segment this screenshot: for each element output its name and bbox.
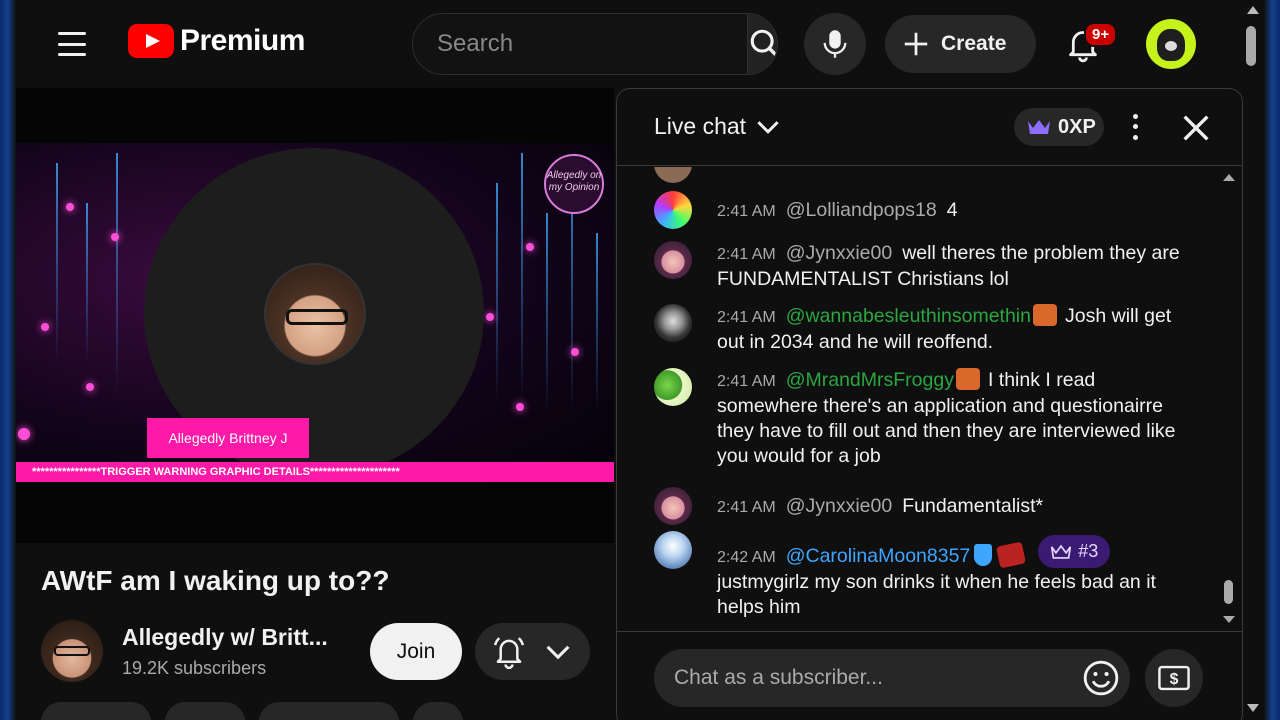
super-chat-dollar-icon: $ xyxy=(1158,665,1190,691)
message-author[interactable]: @Lolliandpops18 xyxy=(786,199,937,221)
top-header: Premium Create 9+ xyxy=(16,0,1264,712)
leaderboard-rank-badge[interactable]: #3 xyxy=(1038,535,1111,568)
chat-scrollbar[interactable] xyxy=(1220,167,1238,629)
super-chat-button[interactable]: $ xyxy=(1145,649,1203,707)
chat-avatar xyxy=(654,167,692,183)
message-time: 2:42 AM xyxy=(717,548,776,566)
video-player[interactable]: Allegedly on my Opinion Allegedly Brittn… xyxy=(16,88,614,543)
search-box xyxy=(412,13,778,75)
video-actions-row xyxy=(41,702,463,720)
search-icon xyxy=(750,29,777,59)
streamer-name-overlay: Allegedly Brittney J xyxy=(147,418,309,458)
chevron-down-icon xyxy=(546,645,570,659)
live-chat-title: Live chat xyxy=(654,113,747,139)
channel-watermark: Allegedly on my Opinion xyxy=(544,154,604,214)
chat-message-list[interactable]: 2:41 AM @Lolliandpops18 4 2:41 AM @Jynxxie0… xyxy=(617,167,1242,629)
message-author[interactable]: @MrandMrsFroggy xyxy=(786,369,954,391)
member-badge-icon xyxy=(1033,304,1057,326)
search-button[interactable] xyxy=(747,14,777,74)
youtube-app: Premium Create 9+ xyxy=(16,0,1264,720)
close-icon[interactable] xyxy=(1179,111,1213,145)
chat-avatar[interactable] xyxy=(654,368,692,406)
live-chat-panel: Live chat 0XP 2:41 AM @Lolliandpops18 4 xyxy=(616,88,1243,720)
subscription-notifications-button[interactable] xyxy=(475,623,590,680)
emoji-icon[interactable] xyxy=(1082,659,1120,697)
message-time: 2:41 AM xyxy=(717,499,776,516)
svg-text:$: $ xyxy=(1170,671,1179,688)
channel-name[interactable]: Allegedly w/ Britt... xyxy=(122,624,342,651)
scroll-thumb[interactable] xyxy=(1246,26,1256,66)
message-author[interactable]: @Jynxxie00 xyxy=(786,495,893,517)
xp-button[interactable]: 0XP xyxy=(1014,108,1104,146)
message-author[interactable]: @wannabesleuthinsomethin xyxy=(786,305,1031,327)
like-button[interactable] xyxy=(41,702,151,720)
scroll-up-arrow-icon[interactable] xyxy=(1223,174,1235,181)
chat-avatar[interactable] xyxy=(654,304,692,342)
account-avatar[interactable] xyxy=(1146,19,1196,69)
scroll-down-arrow-icon[interactable] xyxy=(1247,704,1259,712)
crown-icon xyxy=(1028,120,1050,134)
chat-avatar[interactable] xyxy=(654,241,692,279)
rank-label: #3 xyxy=(1078,541,1099,561)
menu-icon[interactable] xyxy=(54,30,90,58)
streamer-photo xyxy=(264,263,366,365)
scroll-up-arrow-icon[interactable] xyxy=(1247,6,1259,14)
xp-label: 0XP xyxy=(1058,115,1096,138)
join-button[interactable]: Join xyxy=(370,623,462,680)
chat-avatar[interactable] xyxy=(654,191,692,229)
message-time: 2:41 AM xyxy=(717,309,776,326)
chevron-down-icon xyxy=(757,120,779,134)
message-author[interactable]: @Jynxxie00 xyxy=(786,242,893,264)
create-label: Create xyxy=(941,32,1007,55)
notification-count-badge: 9+ xyxy=(1084,22,1118,47)
youtube-premium-logo[interactable]: Premium xyxy=(128,24,305,58)
youtube-play-icon xyxy=(128,24,174,58)
message-text: Fundamentalist* xyxy=(902,495,1044,517)
voice-search-button[interactable] xyxy=(804,13,866,75)
chat-avatar[interactable] xyxy=(654,487,692,525)
message-author[interactable]: @CarolinaMoon8357 xyxy=(786,545,971,567)
message-time: 2:41 AM xyxy=(717,203,776,220)
message-time: 2:41 AM xyxy=(717,246,776,263)
live-chat-mode-dropdown[interactable]: Live chat xyxy=(654,113,780,140)
video-title: AWtF am I waking up to?? xyxy=(41,565,390,596)
crown-icon xyxy=(1051,544,1072,559)
message-text: justmygirlz my son drinks it when he fee… xyxy=(717,570,1156,618)
chat-input[interactable] xyxy=(654,649,1130,707)
microphone-icon xyxy=(823,30,847,58)
chat-input-bar: $ xyxy=(617,631,1242,720)
more-options-icon[interactable] xyxy=(1123,111,1147,143)
plus-icon xyxy=(904,32,928,56)
chat-avatar[interactable] xyxy=(654,531,692,569)
more-actions-button[interactable] xyxy=(413,702,463,720)
share-button[interactable] xyxy=(165,702,245,720)
page-scrollbar[interactable] xyxy=(1242,0,1264,720)
member-badge-icon xyxy=(996,541,1027,568)
live-chat-header: Live chat 0XP xyxy=(617,89,1242,166)
verified-shield-icon xyxy=(974,543,993,566)
channel-avatar[interactable] xyxy=(41,620,103,682)
bell-ringing-icon xyxy=(493,636,525,669)
logo-text: Premium xyxy=(180,24,305,57)
message-time: 2:41 AM xyxy=(717,373,776,390)
message-text: 4 xyxy=(946,199,958,221)
scroll-down-arrow-icon[interactable] xyxy=(1223,616,1235,623)
trigger-warning-banner: ****************TRIGGER WARNING GRAPHIC … xyxy=(16,462,614,482)
subscriber-count: 19.2K subscribers xyxy=(122,658,267,678)
create-button[interactable]: Create xyxy=(885,15,1036,73)
download-button[interactable] xyxy=(259,702,399,720)
search-input[interactable] xyxy=(413,14,747,74)
chat-scroll-thumb[interactable] xyxy=(1224,580,1233,604)
member-badge-icon xyxy=(955,368,980,390)
